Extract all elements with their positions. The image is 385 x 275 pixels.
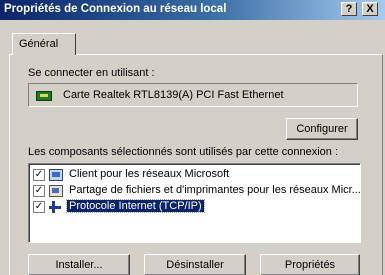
checkbox-client[interactable]: ✓ <box>33 169 45 181</box>
properties-button-label: Propriétés <box>284 259 336 271</box>
protocol-icon <box>49 201 63 213</box>
tab-general[interactable]: Général <box>12 33 76 55</box>
properties-button[interactable]: Propriétés <box>260 254 360 275</box>
network-card-icon <box>36 91 52 101</box>
uninstall-button[interactable]: Désinstaller <box>144 254 246 275</box>
components-list[interactable]: ✓ Client pour les réseaux Microsoft ✓ Pa… <box>28 163 361 243</box>
file-printer-sharing-icon <box>49 185 63 197</box>
checkbox-file-sharing[interactable]: ✓ <box>33 185 45 197</box>
components-label: Les composants sélectionnés sont utilisé… <box>28 146 339 158</box>
list-item-label: Client pour les réseaux Microsoft <box>69 168 230 180</box>
close-button[interactable]: X <box>362 2 378 16</box>
help-button[interactable]: ? <box>341 2 357 16</box>
configure-button[interactable]: Configurer <box>286 118 358 140</box>
list-item-label: Protocole Internet (TCP/IP) <box>66 199 205 213</box>
uninstall-button-label: Désinstaller <box>166 259 224 271</box>
install-button[interactable]: Installer... <box>28 254 130 275</box>
adapter-field: Carte Realtek RTL8139(A) PCI Fast Ethern… <box>28 83 358 107</box>
checkbox-tcpip[interactable]: ✓ <box>33 201 45 213</box>
connect-using-label: Se connecter en utilisant : <box>28 67 155 79</box>
window-title: Propriétés de Connexion au réseau local <box>4 3 227 15</box>
list-item-client[interactable]: ✓ Client pour les réseaux Microsoft <box>33 168 359 183</box>
install-button-label: Installer... <box>55 259 103 271</box>
configure-button-label: Configurer <box>296 123 348 135</box>
list-item-file-sharing[interactable]: ✓ Partage de fichiers et d'imprimantes p… <box>33 184 361 199</box>
adapter-name: Carte Realtek RTL8139(A) PCI Fast Ethern… <box>63 89 284 101</box>
title-bar: Propriétés de Connexion au réseau local … <box>0 0 385 20</box>
list-item-label: Partage de fichiers et d'imprimantes pou… <box>69 184 361 196</box>
list-item-tcpip[interactable]: ✓ Protocole Internet (TCP/IP) <box>33 199 359 215</box>
network-client-icon <box>49 169 63 181</box>
